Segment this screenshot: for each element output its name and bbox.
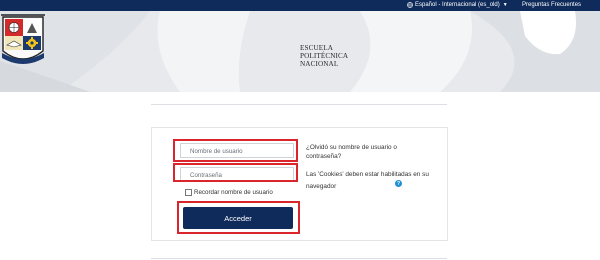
globe-icon	[407, 2, 413, 8]
top-divider	[151, 104, 447, 105]
login-button-highlight	[177, 201, 300, 234]
bottom-divider	[151, 258, 447, 259]
forgot-credentials-link[interactable]: ¿Olvidó su nombre de usuario o contraseñ…	[306, 144, 431, 161]
top-navbar: Español - Internacional (es_old) ▼ Pregu…	[0, 0, 600, 11]
institution-name-line-3: NACIONAL	[300, 60, 339, 68]
language-label: Español - Internacional (es_old)	[415, 2, 500, 8]
caret-down-icon: ▼	[502, 2, 508, 8]
password-highlight	[173, 163, 298, 182]
username-highlight	[173, 139, 298, 162]
institution-name: ESCUELA POLITÉCNICA NACIONAL	[300, 44, 348, 68]
header-banner: ESCUELA POLITÉCNICA NACIONAL	[0, 11, 600, 92]
remember-checkbox[interactable]	[185, 189, 192, 196]
faq-link[interactable]: Preguntas Frecuentes	[522, 2, 581, 8]
institution-name-line-1: ESCUELA	[300, 44, 334, 52]
question-circle-icon[interactable]: ?	[395, 180, 402, 187]
language-menu[interactable]: Español - Internacional (es_old) ▼	[407, 2, 508, 8]
cookies-notice: Las 'Cookies' deben estar habilitadas en…	[306, 171, 429, 190]
remember-label: Recordar nombre de usuario	[194, 189, 273, 196]
institution-name-line-2: POLITÉCNICA	[300, 52, 349, 60]
epn-logo-emblem	[1, 14, 45, 64]
remember-username[interactable]: Recordar nombre de usuario	[185, 189, 273, 196]
